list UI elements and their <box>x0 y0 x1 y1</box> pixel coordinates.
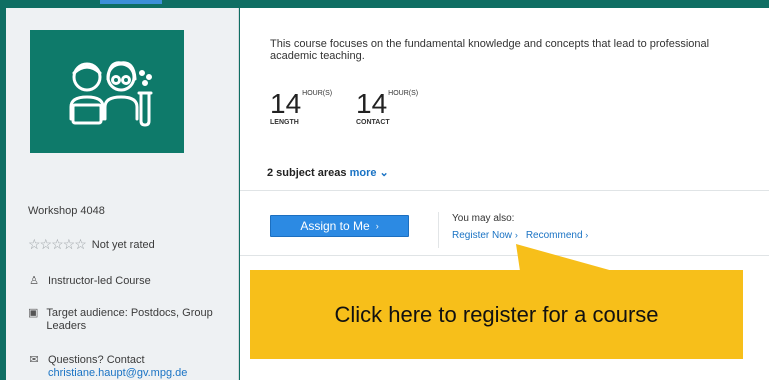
callout-text: Click here to register for a course <box>334 301 659 327</box>
callout-pointer-shape <box>516 244 613 271</box>
callout-box: Click here to register for a course <box>250 270 743 359</box>
